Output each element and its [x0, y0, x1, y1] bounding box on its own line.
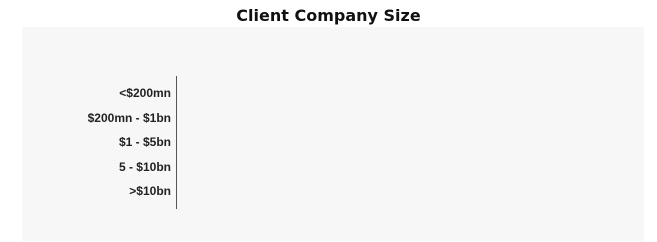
category-label: >$10bn [129, 184, 171, 198]
plot-panel [22, 27, 644, 241]
category-label: $200mn - $1bn [87, 110, 171, 125]
category-label: 5 - $10bn [118, 159, 171, 174]
y-axis-line [176, 76, 177, 209]
chart-title: Client Company Size [236, 6, 421, 25]
category-label: $1 - $5bn [118, 135, 171, 149]
category-label: <$200mn [119, 86, 171, 100]
